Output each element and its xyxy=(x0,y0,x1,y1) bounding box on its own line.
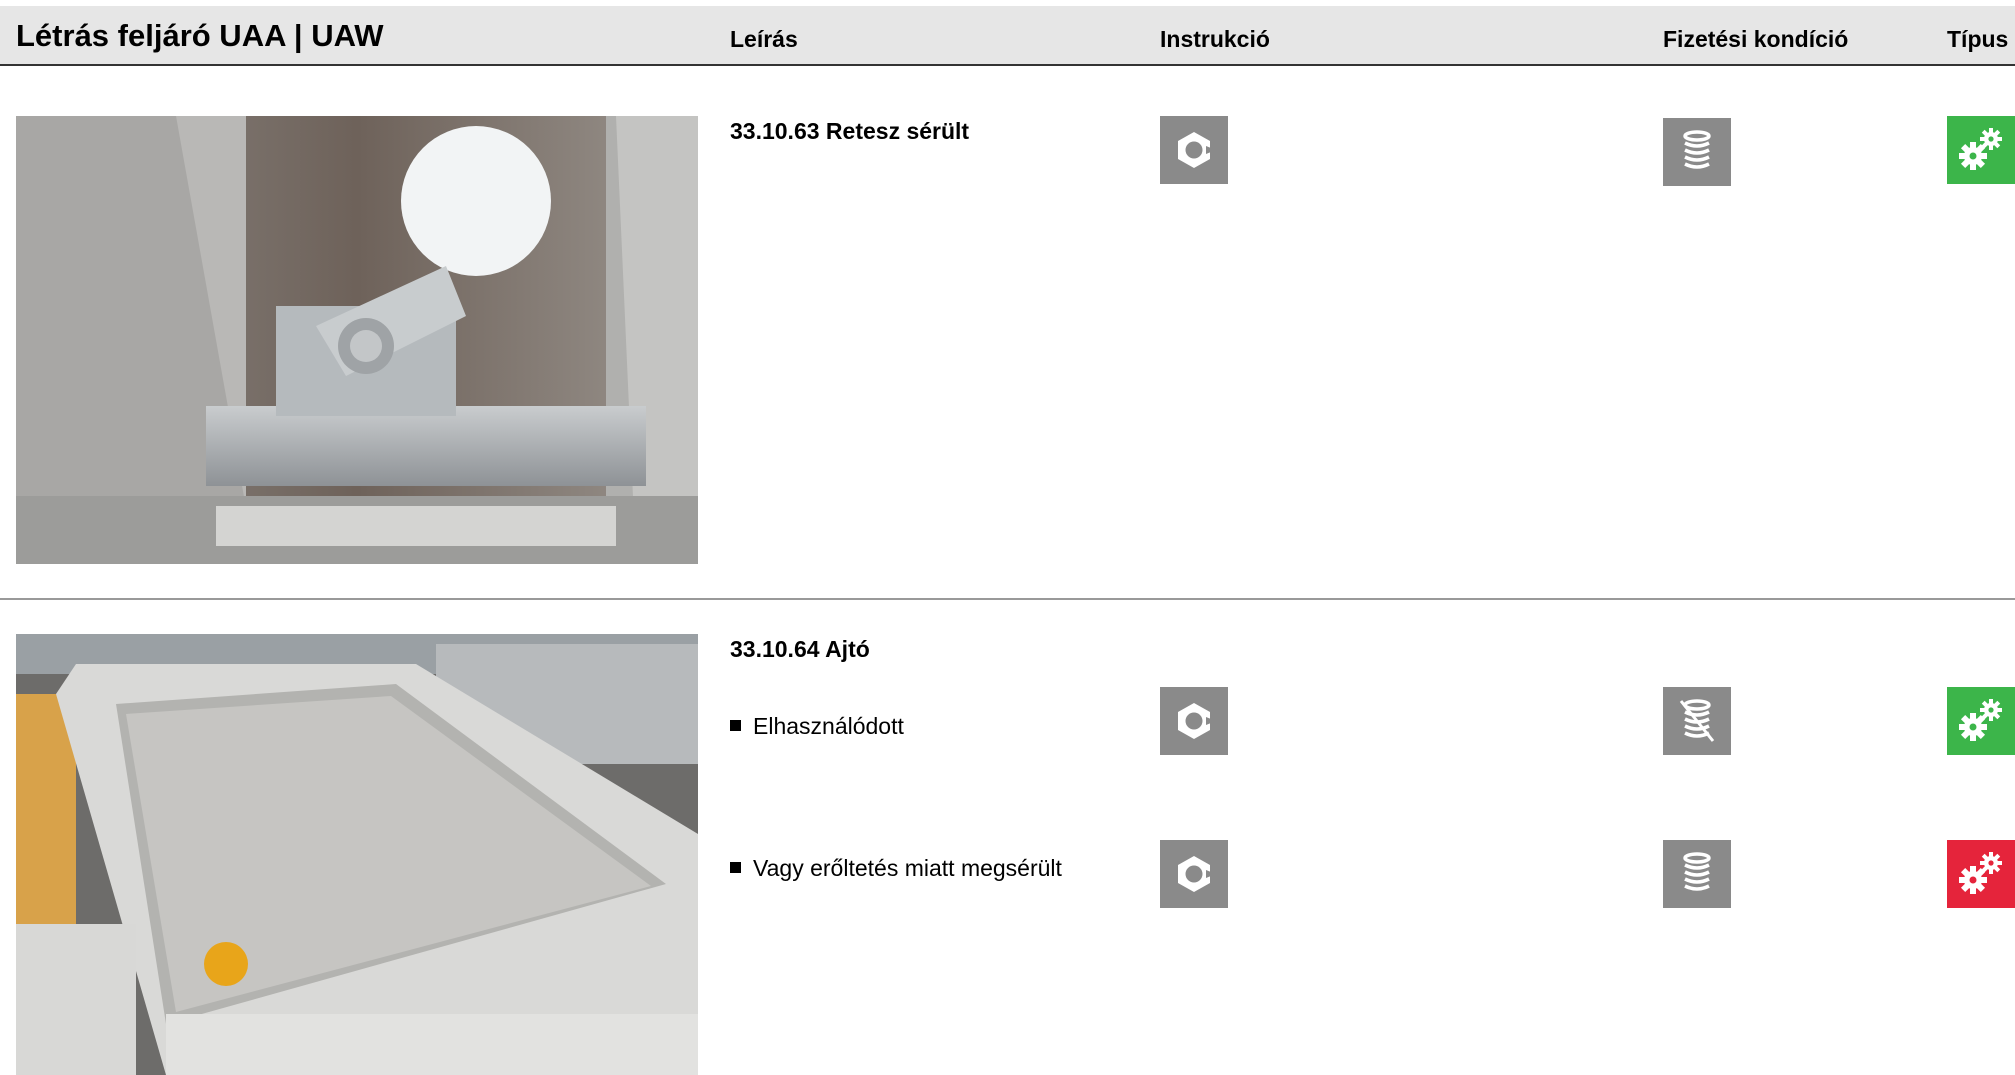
list-item-label: Elhasználódott xyxy=(753,713,904,739)
hatch-door-photo xyxy=(16,634,698,1075)
section-divider xyxy=(0,598,2015,600)
type-gears-icon[interactable] xyxy=(1947,687,2015,755)
latch-photo xyxy=(16,116,698,564)
column-header-payment-condition: Fizetési kondíció xyxy=(1663,26,1849,52)
payment-coins-stack-icon[interactable] xyxy=(1663,118,1731,186)
column-header-description: Leírás xyxy=(730,26,798,52)
payment-coins-stack-crossed-icon[interactable] xyxy=(1663,687,1731,755)
page-title: Létrás feljáró UAA | UAW xyxy=(16,18,384,53)
list-item: Vagy erőltetés miatt megsérült xyxy=(730,855,1062,882)
table-header: Létrás feljáró UAA | UAW Leírás Instrukc… xyxy=(0,6,2015,66)
item-title: 33.10.64 Ajtó xyxy=(730,636,870,662)
type-gears-icon[interactable] xyxy=(1947,116,2015,184)
bullet-square xyxy=(730,720,741,732)
instruction-nut-icon[interactable] xyxy=(1160,687,1228,755)
bullet-square xyxy=(730,862,741,874)
instruction-nut-icon[interactable] xyxy=(1160,840,1228,908)
type-gears-icon[interactable] xyxy=(1947,840,2015,908)
page: Létrás feljáró UAA | UAW Leírás Instrukc… xyxy=(0,0,2015,1075)
column-header-instruction: Instrukció xyxy=(1160,26,1270,52)
payment-coins-stack-icon[interactable] xyxy=(1663,840,1731,908)
list-item: Elhasználódott xyxy=(730,713,904,740)
column-header-type: Típus xyxy=(1947,26,2009,52)
list-item-label: Vagy erőltetés miatt megsérült xyxy=(753,855,1062,881)
instruction-nut-icon[interactable] xyxy=(1160,116,1228,184)
item-title: 33.10.63 Retesz sérült xyxy=(730,118,970,144)
